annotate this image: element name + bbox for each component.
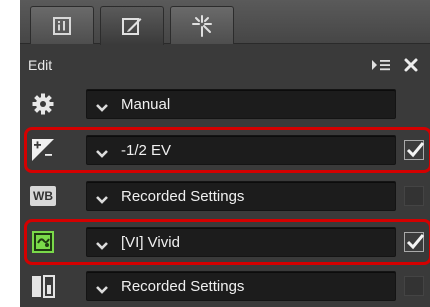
- gear-icon: [30, 91, 56, 117]
- picture-control-dropdown[interactable]: [VI] Vivid: [86, 227, 396, 257]
- settings-dropdown[interactable]: Manual: [86, 89, 396, 119]
- active-d-lighting-icon: [30, 273, 56, 299]
- picture-control-icon: [30, 229, 56, 255]
- settings-row: Manual: [20, 82, 430, 126]
- panel-title: Edit: [28, 57, 53, 73]
- exposure-row: -1/2 EV: [20, 128, 430, 172]
- edit-header: Edit: [20, 48, 430, 82]
- active-d-lighting-checkbox[interactable]: [404, 276, 424, 296]
- checkmark-icon: [406, 142, 424, 158]
- picture-control-row: [VI] Vivid: [20, 220, 430, 264]
- chevron-down-icon: [95, 146, 109, 164]
- dropdown-value: Recorded Settings: [121, 278, 245, 295]
- active-d-lighting-row: Recorded Settings: [20, 264, 430, 307]
- white-balance-dropdown[interactable]: Recorded Settings: [86, 181, 396, 211]
- tab-edit[interactable]: [100, 6, 164, 45]
- dropdown-value: -1/2 EV: [121, 142, 172, 159]
- exposure-dropdown[interactable]: -1/2 EV: [86, 135, 396, 165]
- checkmark-icon: [406, 234, 424, 250]
- picture-control-checkbox[interactable]: [404, 232, 424, 252]
- white-balance-icon: WB: [30, 183, 56, 209]
- dropdown-value: Recorded Settings: [121, 188, 245, 205]
- info-icon: [52, 16, 72, 36]
- active-d-lighting-dropdown[interactable]: Recorded Settings: [86, 271, 396, 301]
- tab-effects[interactable]: [170, 6, 234, 44]
- sparkle-icon: [190, 14, 214, 38]
- white-balance-row: WB Recorded Settings: [20, 174, 430, 218]
- tab-bar: [20, 0, 430, 45]
- palette-menu-icon[interactable]: [372, 58, 392, 77]
- chevron-down-icon: [95, 100, 109, 118]
- dropdown-value: Manual: [121, 96, 171, 113]
- edit-icon: [121, 15, 143, 37]
- dropdown-value: [VI] Vivid: [121, 234, 180, 251]
- tab-info[interactable]: [30, 6, 94, 44]
- exposure-checkbox[interactable]: [404, 140, 424, 160]
- chevron-down-icon: [95, 192, 109, 210]
- edit-palette: Edit Manual -1/2 EV WB Recorded Settings…: [20, 0, 430, 307]
- exposure-compensation-icon: [30, 137, 56, 163]
- chevron-down-icon: [95, 282, 109, 300]
- close-icon[interactable]: [403, 57, 419, 78]
- chevron-down-icon: [95, 238, 109, 256]
- white-balance-checkbox[interactable]: [404, 186, 424, 206]
